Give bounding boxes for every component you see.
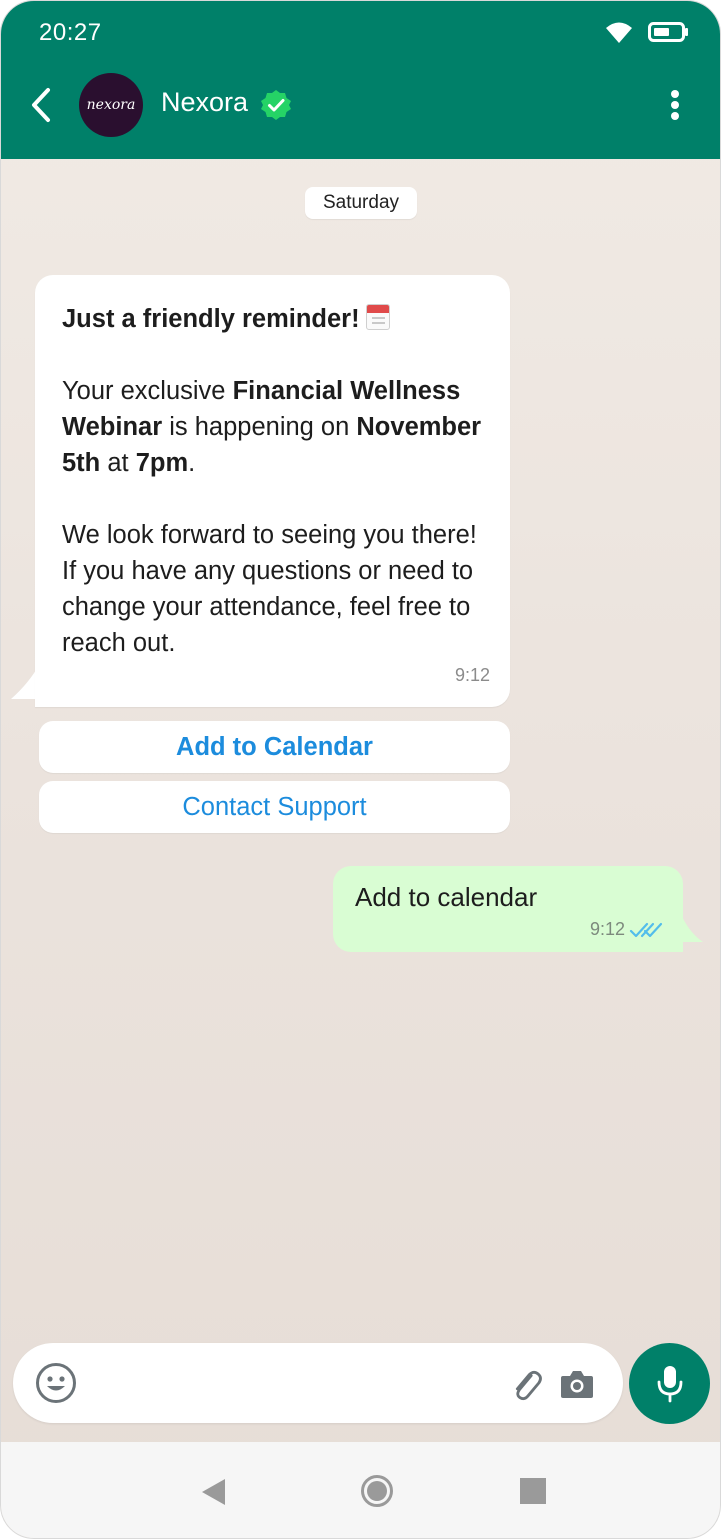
more-options-button[interactable]: [660, 87, 690, 123]
double-check-icon: [629, 922, 663, 937]
more-vert-icon-dot: [671, 90, 679, 98]
message-input[interactable]: [93, 1361, 493, 1405]
status-icons: [604, 19, 690, 45]
message-time: 9:12: [589, 919, 625, 939]
outgoing-message-text: Add to calendar: [355, 882, 538, 912]
outgoing-message-meta: 9:12: [590, 919, 663, 940]
status-time: 20:27: [39, 19, 102, 46]
message-composer: [13, 1343, 623, 1423]
avatar[interactable]: nexora: [79, 73, 143, 137]
mic-button[interactable]: [629, 1343, 710, 1424]
incoming-message-bubble: Just a friendly reminder! Your exclusive…: [35, 275, 510, 707]
mic-icon: [657, 1365, 682, 1402]
calendar-emoji-icon: [365, 304, 390, 330]
nav-home-icon[interactable]: [360, 1474, 394, 1508]
message-time: 9:12: [454, 665, 490, 685]
paperclip-icon[interactable]: [509, 1367, 545, 1403]
verified-badge-icon: [261, 90, 291, 120]
message-paragraph: Your exclusive Financial Wellness Webina…: [62, 377, 482, 477]
message-paragraph: We look forward to seeing you there! If …: [62, 521, 477, 657]
system-nav-bar: [1, 1442, 720, 1538]
add-to-calendar-button[interactable]: Add to Calendar: [39, 721, 510, 773]
camera-icon[interactable]: [559, 1367, 595, 1401]
back-arrow-icon: [32, 88, 50, 122]
outgoing-message-bubble: Add to calendar 9:12: [333, 866, 683, 952]
contact-support-button[interactable]: Contact Support: [39, 781, 510, 833]
nav-back-icon[interactable]: [201, 1478, 227, 1506]
chat-header: 20:27 nexora Nexora: [1, 1, 720, 159]
avatar-logo-text: nexora: [86, 97, 136, 113]
wifi-icon: [606, 22, 632, 43]
phone-screen: 20:27 nexora Nexora Saturday Just a frie…: [0, 0, 721, 1539]
more-vert-icon-dot: [671, 112, 679, 120]
nav-recents-icon[interactable]: [520, 1478, 546, 1504]
message-heading: Just a friendly reminder!: [62, 301, 483, 337]
battery-icon: [648, 22, 688, 42]
contact-name[interactable]: Nexora: [161, 87, 248, 118]
more-vert-icon-dot: [671, 101, 679, 109]
back-button[interactable]: [21, 85, 61, 125]
date-separator: Saturday: [305, 187, 417, 219]
emoji-icon[interactable]: [35, 1362, 77, 1404]
